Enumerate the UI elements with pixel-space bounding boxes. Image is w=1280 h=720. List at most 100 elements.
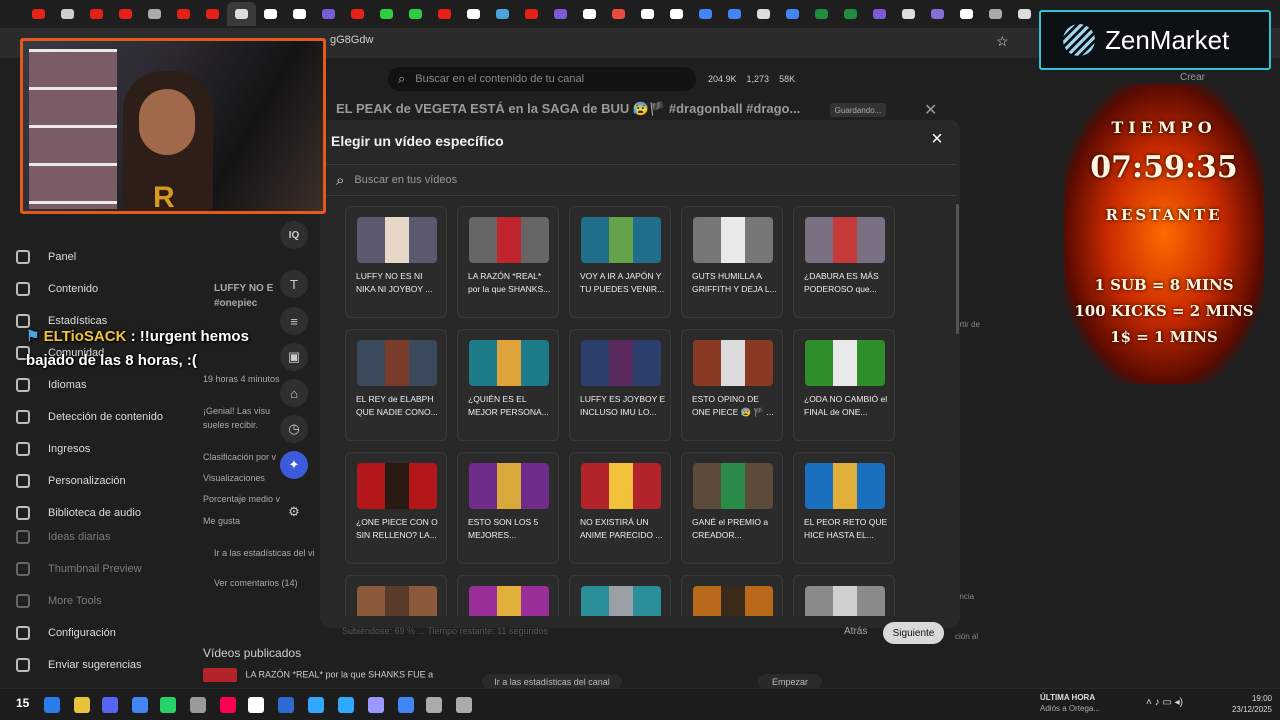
browser-tab[interactable] xyxy=(662,2,691,26)
bookmark-star-icon[interactable]: ☆ xyxy=(996,33,1009,50)
sidebar-item-7[interactable]: Personalización xyxy=(16,474,126,488)
video-card[interactable]: ¿ONE PIECE CON O SIN RELLENO? LA... xyxy=(345,452,447,564)
close-icon[interactable]: × xyxy=(926,128,948,150)
browser-tab[interactable] xyxy=(836,2,865,26)
close-panel-icon[interactable]: ✕ xyxy=(924,100,937,120)
browser-tab[interactable] xyxy=(604,2,633,26)
taskbar-app-icon[interactable] xyxy=(44,697,60,713)
browser-tab[interactable] xyxy=(633,2,662,26)
browser-tab[interactable] xyxy=(923,2,952,26)
video-card[interactable]: EL REY de ELABPH QUE NADIE CONO... xyxy=(345,329,447,441)
browser-tab[interactable] xyxy=(575,2,604,26)
browser-tab[interactable] xyxy=(981,2,1010,26)
sidebar-item-5[interactable]: Detección de contenido xyxy=(16,410,163,424)
browser-tab[interactable] xyxy=(256,2,285,26)
sidebar-item-0[interactable]: Panel xyxy=(16,250,76,264)
video-card[interactable]: LUFFY ES JOYBOY E INCLUSO IMU LO... xyxy=(569,329,671,441)
browser-tab[interactable] xyxy=(285,2,314,26)
video-card[interactable]: LUFFY NO ES NI NIKA NI JOYBOY ... xyxy=(345,206,447,318)
taskbar-app-icon[interactable] xyxy=(308,697,324,713)
url-text[interactable]: gG8Gdw xyxy=(330,34,1030,52)
video-card[interactable] xyxy=(345,575,447,616)
browser-tab[interactable] xyxy=(198,2,227,26)
taskbar-app-icon[interactable] xyxy=(190,697,206,713)
browser-tab[interactable] xyxy=(430,2,459,26)
news-widget[interactable]: ÚLTIMA HORA Adiós a Ortega... xyxy=(1040,692,1130,714)
browser-tab[interactable] xyxy=(169,2,198,26)
browser-tab[interactable] xyxy=(720,2,749,26)
sidebar-item-4[interactable]: Idiomas xyxy=(16,378,87,392)
sidebar-item-1[interactable]: Contenido xyxy=(16,282,98,296)
browser-tab[interactable] xyxy=(1010,2,1039,26)
goto-video-stats-button[interactable]: Ir a las estadísticas del vi xyxy=(214,548,315,558)
video-card[interactable]: NO EXISTIRÁ UN ANIME PARECIDO ... xyxy=(569,452,671,564)
video-card[interactable]: ESTO SON LOS 5 MEJORES... xyxy=(457,452,559,564)
browser-tab[interactable] xyxy=(140,2,169,26)
system-tray-icons[interactable]: ˄ ♪ ▭ ◂) xyxy=(1146,697,1183,708)
browser-tab[interactable] xyxy=(82,2,111,26)
taskbar-app-icon[interactable] xyxy=(426,697,442,713)
browser-tab[interactable] xyxy=(894,2,923,26)
taskbar-app-icon[interactable] xyxy=(278,697,294,713)
video-search-input[interactable]: ⌕ Buscar en tus vídeos xyxy=(320,164,956,196)
browser-tab[interactable] xyxy=(401,2,430,26)
browser-tab[interactable] xyxy=(546,2,575,26)
taskbar-app-icon[interactable] xyxy=(102,697,118,713)
video-card[interactable]: GANÉ el PREMIO a CREADOR... xyxy=(681,452,783,564)
sidebar-item-10[interactable]: Thumbnail Preview xyxy=(16,562,142,576)
taskbar-app-icon[interactable] xyxy=(132,697,148,713)
system-clock[interactable]: 19:00 23/12/2025 xyxy=(1222,693,1272,715)
browser-tab[interactable] xyxy=(314,2,343,26)
text-tool-button[interactable]: T xyxy=(280,270,308,298)
browser-tab[interactable] xyxy=(111,2,140,26)
view-comments-button[interactable]: Ver comentarios (14) xyxy=(214,578,298,588)
video-card[interactable]: ESTO OPINO DE ONE PIECE 😰 🏴 ... xyxy=(681,329,783,441)
video-card[interactable]: LA RAZÓN *REAL* por la que SHANKS... xyxy=(457,206,559,318)
video-card[interactable] xyxy=(457,575,559,616)
browser-tab[interactable] xyxy=(372,2,401,26)
channel-search-input[interactable]: ⌕ Buscar en el contenido de tu canal xyxy=(388,67,696,91)
taskbar-app-icon[interactable] xyxy=(338,697,354,713)
iq-tool-button[interactable]: IQ xyxy=(280,221,308,249)
video-card[interactable]: ¿QUIÉN ES EL MEJOR PERSONA... xyxy=(457,329,559,441)
taskbar-app-icon[interactable] xyxy=(248,697,264,713)
dialog-scrollbar[interactable] xyxy=(956,204,959,334)
taskbar-app-icon[interactable] xyxy=(456,697,472,713)
sidebar-item-13[interactable]: Enviar sugerencias xyxy=(16,658,142,672)
back-button[interactable]: Atrás xyxy=(844,626,867,637)
browser-tab[interactable] xyxy=(807,2,836,26)
sidebar-item-9[interactable]: Ideas diarias xyxy=(16,530,110,544)
sidebar-item-8[interactable]: Biblioteca de audio xyxy=(16,506,141,520)
taskbar-app-icon[interactable] xyxy=(220,697,236,713)
video-card[interactable]: VOY A IR A JAPÓN Y TU PUEDES VENIR... xyxy=(569,206,671,318)
browser-tab[interactable] xyxy=(459,2,488,26)
browser-tab[interactable] xyxy=(691,2,720,26)
browser-tab[interactable] xyxy=(865,2,894,26)
browser-tab[interactable] xyxy=(227,2,256,26)
sidebar-item-12[interactable]: Configuración xyxy=(16,626,116,640)
browser-tab[interactable] xyxy=(53,2,82,26)
video-card[interactable]: GUTS HUMILLA A GRIFFITH Y DEJA L... xyxy=(681,206,783,318)
browser-tab[interactable] xyxy=(749,2,778,26)
browser-tab[interactable] xyxy=(517,2,546,26)
video-card[interactable]: EL PEOR RETO QUE HICE HASTA EL... xyxy=(793,452,895,564)
sidebar-item-6[interactable]: Ingresos xyxy=(16,442,90,456)
taskbar-app-icon[interactable] xyxy=(160,697,176,713)
browser-tab[interactable] xyxy=(952,2,981,26)
taskbar-app-icon[interactable] xyxy=(368,697,384,713)
taskbar-app-icon[interactable] xyxy=(74,697,90,713)
browser-tab[interactable] xyxy=(488,2,517,26)
taskbar-app-icon[interactable] xyxy=(398,697,414,713)
temperature-widget[interactable]: 15 xyxy=(16,696,29,710)
create-button[interactable]: Crear xyxy=(1180,72,1205,83)
video-card[interactable]: ¿ODA NO CAMBIÓ el FINAL de ONE... xyxy=(793,329,895,441)
video-card[interactable] xyxy=(793,575,895,616)
published-video-row[interactable]: LA RAZÓN *REAL* por la que SHANKS FUE a … xyxy=(203,668,443,692)
video-card[interactable] xyxy=(569,575,671,616)
browser-tab[interactable] xyxy=(24,2,53,26)
sidebar-item-11[interactable]: More Tools xyxy=(16,594,102,608)
next-button[interactable]: Siguiente xyxy=(883,622,944,644)
browser-tab[interactable] xyxy=(343,2,372,26)
video-card[interactable] xyxy=(681,575,783,616)
browser-tab[interactable] xyxy=(778,2,807,26)
